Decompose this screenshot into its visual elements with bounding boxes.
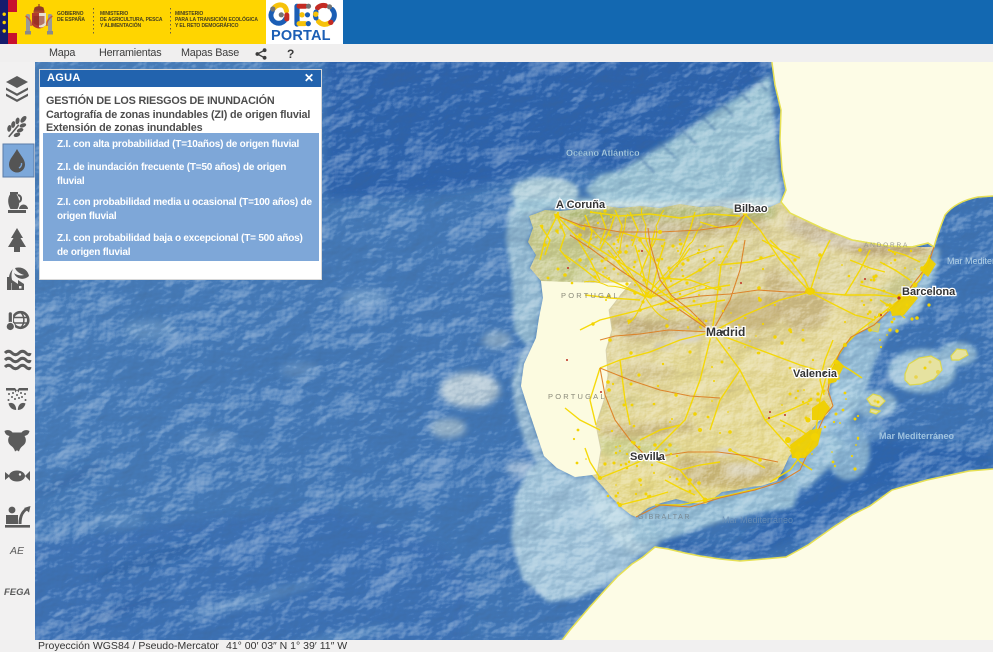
svg-text:Sevilla: Sevilla — [630, 451, 666, 463]
svg-text:Mar Mediterráneo: Mar Mediterráneo — [722, 515, 793, 525]
svg-text:Mar Mediterráneo: Mar Mediterráneo — [947, 256, 993, 266]
svg-text:AE: AE — [9, 545, 25, 557]
svg-text:GIBRALTAR: GIBRALTAR — [638, 514, 691, 521]
svg-text:Océano Atlántico: Océano Atlántico — [566, 148, 640, 158]
svg-text:Madrid: Madrid — [706, 325, 745, 339]
svg-text:FEGA: FEGA — [4, 587, 31, 598]
svg-text:PORTAL: PORTAL — [271, 28, 331, 44]
svg-text:Valencia: Valencia — [793, 368, 838, 380]
svg-text:Mar Mediterráneo: Mar Mediterráneo — [879, 431, 955, 441]
svg-text:ANDORRA: ANDORRA — [864, 242, 909, 249]
svg-text:Barcelona: Barcelona — [902, 286, 956, 298]
svg-text:A Coruña: A Coruña — [556, 199, 606, 211]
svg-text:PORTUGAL: PORTUGAL — [561, 291, 620, 300]
svg-text:Bilbao: Bilbao — [734, 203, 768, 215]
svg-text:PORTUGAL: PORTUGAL — [548, 392, 607, 401]
